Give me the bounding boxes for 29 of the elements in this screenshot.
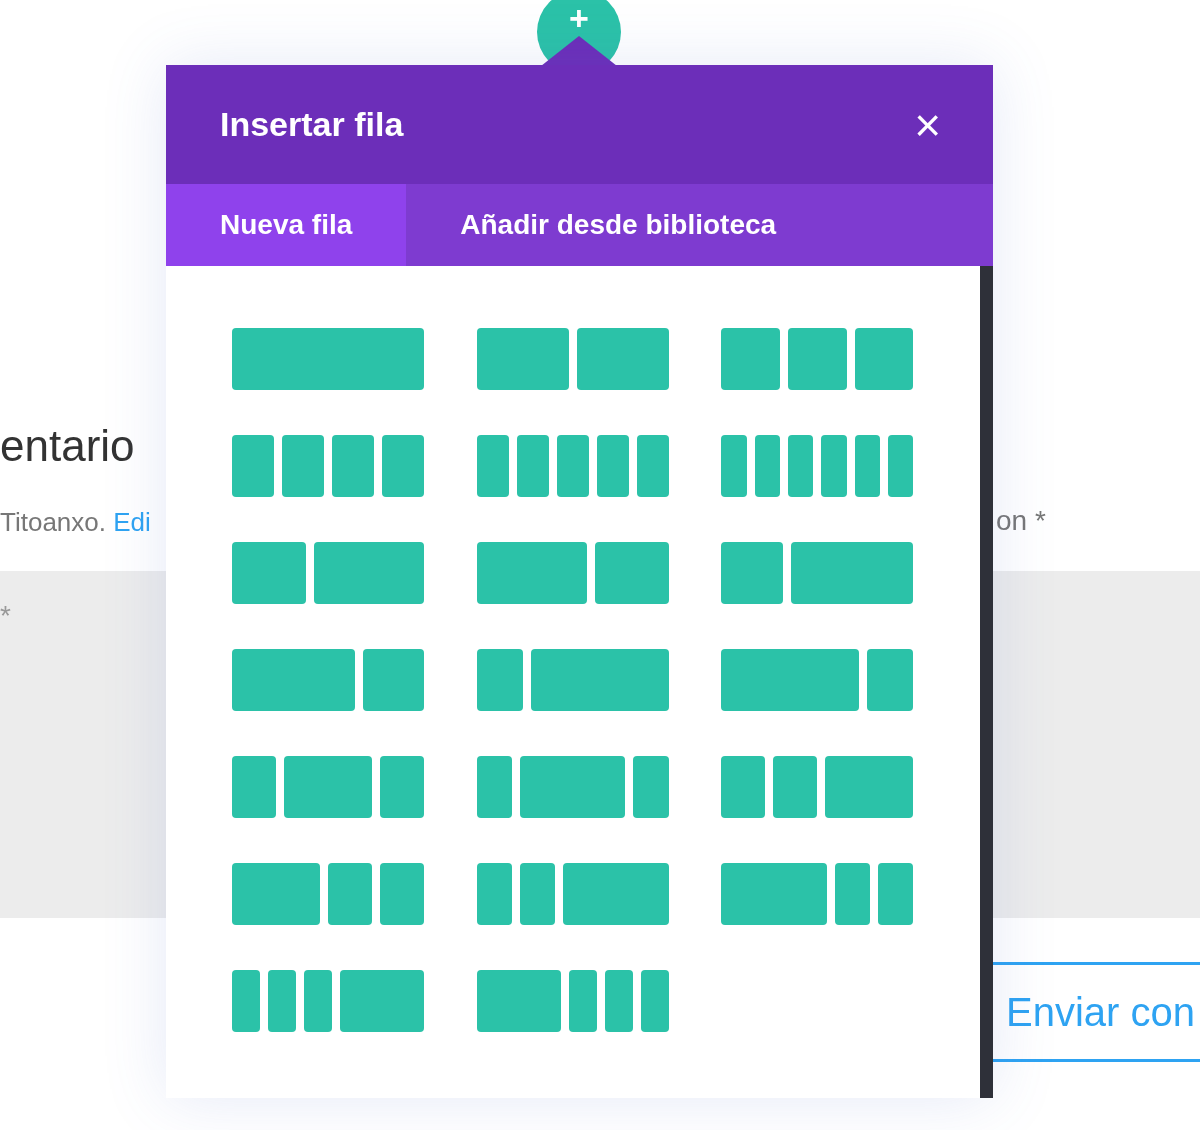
close-button[interactable]: ×	[914, 101, 941, 148]
column-layout-option[interactable]	[721, 863, 914, 925]
column-layout-option[interactable]	[232, 649, 424, 711]
column-layout-option[interactable]	[232, 970, 424, 1032]
edit-link[interactable]: Edi	[113, 507, 151, 537]
required-mark: *	[0, 599, 11, 633]
tab[interactable]: Nueva fila	[166, 184, 407, 266]
column-layout-option[interactable]	[476, 328, 669, 390]
column-layout-option[interactable]	[476, 542, 669, 604]
column-layout-option[interactable]	[232, 756, 424, 818]
dialog-title: Insertar fila	[220, 104, 404, 145]
scrollbar[interactable]	[980, 266, 993, 1098]
column-layout-option[interactable]	[721, 649, 914, 711]
column-layout-option[interactable]	[476, 863, 669, 925]
column-layout-option[interactable]	[476, 756, 669, 818]
tab[interactable]: Añadir desde biblioteca	[406, 184, 831, 266]
column-layout-option[interactable]	[721, 435, 914, 497]
column-layout-option[interactable]	[721, 328, 914, 390]
column-layout-option[interactable]	[232, 863, 424, 925]
column-layout-option[interactable]	[232, 435, 424, 497]
column-layout-option[interactable]	[476, 970, 669, 1032]
column-layout-option[interactable]	[232, 542, 424, 604]
column-layout-option[interactable]	[721, 542, 914, 604]
heading: entario	[0, 424, 135, 468]
field-label: on *	[996, 504, 1046, 538]
column-layout-option[interactable]	[476, 435, 669, 497]
logged-in-text: Titoanxo. Edi	[0, 506, 151, 539]
column-layout-option[interactable]	[476, 649, 669, 711]
column-layout-option[interactable]	[721, 756, 914, 818]
